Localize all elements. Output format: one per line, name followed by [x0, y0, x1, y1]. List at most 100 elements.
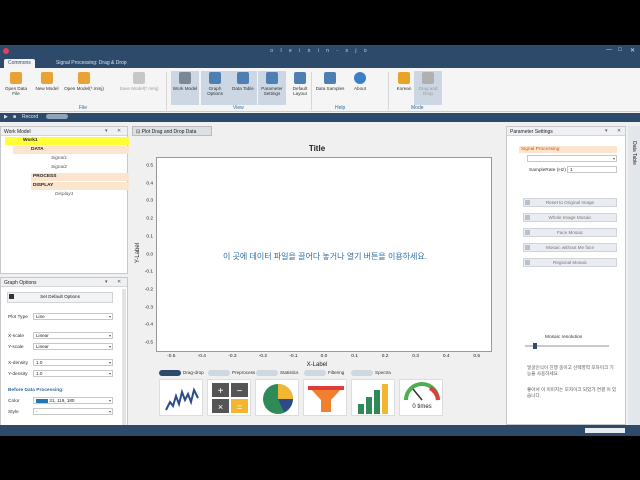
samplerate-input[interactable]: 1: [567, 166, 617, 173]
parameter-settings-label: Parameter Settings: [261, 86, 283, 97]
minimize-button[interactable]: —: [606, 47, 612, 53]
tree-item-display1[interactable]: Display1: [41, 191, 73, 199]
statistics-toggle-label: Statistics: [280, 370, 299, 375]
reset-original-label: Reset to Original Image: [545, 200, 595, 205]
plot-area[interactable]: 이 곳에 데이터 파일을 끌어다 놓거나 열기 버튼을 이용하세요.: [156, 157, 492, 352]
play-icon[interactable]: ▶: [4, 114, 8, 120]
about-button[interactable]: About: [346, 71, 374, 105]
data-samples-button[interactable]: Data Samples: [314, 71, 346, 105]
group-help-label: Help: [335, 105, 346, 111]
open-model-button[interactable]: Open Model(*.mmj): [64, 71, 104, 105]
svg-text:−: −: [237, 386, 243, 397]
language-icon: [398, 72, 410, 84]
signal-card-icon: [165, 387, 199, 411]
chevron-down-icon: ▾: [108, 314, 111, 319]
close-icon[interactable]: ✕: [617, 128, 621, 134]
y-scale-select[interactable]: Linear ▾: [33, 343, 113, 350]
spectra-toggle[interactable]: [351, 370, 373, 376]
statistics-toggle[interactable]: [256, 370, 278, 376]
mosaic-resolution-slider[interactable]: [525, 343, 609, 349]
process-select[interactable]: ▾: [527, 155, 617, 162]
parameter-settings-icon: [266, 72, 278, 84]
x-tick-label: -0.4: [197, 354, 206, 359]
open-data-file-button[interactable]: Open Data File: [2, 71, 30, 105]
work-model-title: Work Model: [4, 129, 31, 135]
reset-original-button[interactable]: Reset to Original Image: [523, 198, 617, 207]
style-select[interactable]: - ▾: [33, 408, 113, 415]
tree-item-display[interactable]: DISPLAY: [31, 182, 129, 190]
calculator-card[interactable]: + − × =: [207, 379, 251, 416]
x-scale-select[interactable]: Linear ▾: [33, 332, 113, 339]
drag-drop-mode-label: Drag and Drop: [418, 86, 438, 97]
tab-commons[interactable]: Commons: [4, 59, 35, 68]
whole-mosaic-button[interactable]: Whole Image Mosaic: [523, 213, 617, 222]
x-density-select[interactable]: 1.0 ▾: [33, 359, 113, 366]
slider-thumb[interactable]: [533, 343, 538, 349]
filtering-toggle[interactable]: [304, 370, 326, 376]
data-table-icon: [237, 72, 249, 84]
pie-card[interactable]: [255, 379, 299, 416]
status-bar: [0, 425, 640, 436]
data-samples-icon: [324, 72, 336, 84]
preprocess-toggle[interactable]: [208, 370, 230, 376]
set-default-options-button[interactable]: Set Default Options: [7, 292, 113, 303]
drag-drop-toggle[interactable]: [159, 370, 181, 376]
mosaic-without-me-button[interactable]: Mosaic without Me face: [523, 243, 617, 252]
x-scale-label: X-scale: [8, 334, 24, 339]
graph-options-panel: Graph Options ▾ ✕ Set Default Options Pl…: [0, 277, 128, 436]
graph-options-header: Graph Options ▾ ✕: [1, 278, 127, 287]
plot-type-select[interactable]: Line ▾: [33, 313, 113, 320]
image-icon: [525, 230, 530, 235]
close-icon[interactable]: ✕: [117, 128, 121, 134]
y-scale-value: Linear: [36, 344, 49, 349]
tree-item-signal2[interactable]: Signal2: [37, 164, 67, 172]
pin-icon[interactable]: ▾: [105, 279, 108, 285]
stop-icon[interactable]: ■: [13, 114, 16, 120]
work-model-button[interactable]: Work Model: [171, 71, 199, 105]
filter-card[interactable]: [303, 379, 347, 416]
y-tick-label: 0.1: [146, 234, 153, 240]
tree-item-process[interactable]: PROCESS: [31, 173, 129, 181]
chevron-down-icon: ▾: [108, 333, 111, 338]
bar-card[interactable]: [351, 379, 395, 416]
close-button[interactable]: ✕: [630, 47, 635, 54]
y-density-select[interactable]: 1.0 ▾: [33, 370, 113, 377]
save-model-button[interactable]: Save Model(*.mmj): [117, 71, 161, 105]
calculator-card-icon: + − × =: [212, 383, 248, 413]
data-table-side-tab[interactable]: Data Table: [628, 126, 640, 425]
scrollbar[interactable]: [122, 289, 126, 434]
default-layout-icon: [294, 72, 306, 84]
pin-icon[interactable]: ▾: [105, 128, 108, 134]
set-default-options-label: Set Default Options: [40, 294, 80, 299]
data-table-button[interactable]: Data Table: [229, 71, 257, 105]
new-model-button[interactable]: New Model: [33, 71, 61, 105]
x-scale-value: Linear: [36, 333, 49, 338]
x-tick-label: -0.3: [228, 354, 237, 359]
x-tick-label: 0.4: [442, 354, 450, 359]
regional-mosaic-button[interactable]: Regional Mosaic: [523, 258, 617, 267]
default-layout-button[interactable]: Default Layout: [286, 71, 314, 105]
graph-options-button[interactable]: Graph Options: [201, 71, 229, 105]
signal-card[interactable]: [159, 379, 203, 416]
tree-item-signal1[interactable]: Signal1: [37, 155, 67, 163]
plot-type-value: Line: [36, 314, 45, 319]
parameter-settings-panel: Parameter Settings ▾ ✕ Signal Processing…: [506, 126, 626, 425]
gauge-card[interactable]: 0 times: [399, 379, 443, 416]
color-select[interactable]: 31, 119, 180 ▾: [33, 397, 113, 404]
face-mosaic-button[interactable]: Face Mosaic: [523, 228, 617, 237]
record-toggle[interactable]: [46, 114, 68, 119]
drag-drop-mode-button[interactable]: Drag and Drop: [414, 71, 442, 105]
close-icon[interactable]: ✕: [117, 279, 121, 285]
parameter-settings-button[interactable]: Parameter Settings: [258, 71, 286, 105]
data-table-side-label: Data Table: [631, 141, 637, 165]
y-tick-label: 0.3: [146, 198, 153, 204]
x-axis-label: X-Label: [306, 362, 328, 368]
y-density-value: 1.0: [36, 371, 43, 376]
maximize-button[interactable]: □: [618, 47, 622, 53]
tree-item-data[interactable]: DATA: [13, 146, 129, 154]
tab-signal-processing[interactable]: Signal Processing: Drag & Drop: [52, 59, 131, 68]
tree-item-work1[interactable]: Work1: [5, 137, 129, 145]
pin-icon[interactable]: ▾: [605, 128, 608, 134]
tab-plot-drag-drop[interactable]: ⊡ Plot Drag and Drop Data: [132, 126, 212, 136]
y-tick-label: -0.3: [144, 305, 153, 311]
